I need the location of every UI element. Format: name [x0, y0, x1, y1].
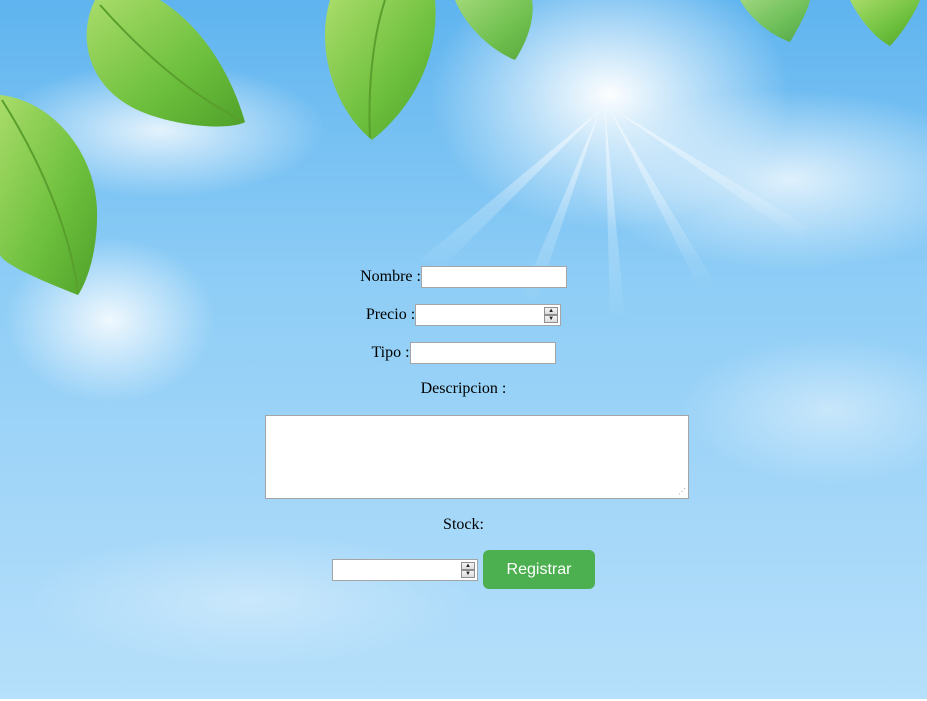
descripcion-label: Descripcion : [420, 380, 507, 397]
spinner-up-icon[interactable]: ▲ [544, 307, 559, 315]
precio-label: Precio : [365, 306, 416, 323]
spinner-down-icon[interactable]: ▼ [461, 569, 475, 578]
spinner-down-icon[interactable]: ▼ [544, 315, 559, 323]
product-form: Nombre : Precio : ▲ ▼ Tipo : Descripcion… [0, 0, 927, 701]
tipo-row: Tipo : [0, 342, 927, 364]
spinner-up-icon[interactable]: ▲ [461, 561, 475, 570]
tipo-input[interactable] [409, 342, 556, 364]
stock-number-field[interactable]: ▲ ▼ [332, 558, 478, 581]
resize-grip-icon[interactable]: ⋰ [678, 488, 686, 496]
stock-input[interactable] [333, 560, 461, 579]
nombre-input[interactable] [420, 266, 567, 288]
precio-spinner[interactable]: ▲ ▼ [544, 307, 559, 323]
descripcion-textarea[interactable] [265, 415, 689, 499]
tipo-label: Tipo : [371, 344, 410, 361]
stock-label-row: Stock: [0, 516, 927, 534]
stock-row: ▲ ▼ Registrar [0, 550, 927, 589]
precio-input[interactable] [416, 306, 545, 324]
page-background: Nombre : Precio : ▲ ▼ Tipo : Descripcion… [0, 0, 927, 701]
descripcion-textarea-wrapper: ⋰ [265, 415, 689, 499]
stock-spinner[interactable]: ▲ ▼ [461, 561, 475, 578]
registrar-button[interactable]: Registrar [483, 550, 595, 589]
nombre-label: Nombre : [360, 268, 421, 285]
precio-number-field[interactable]: ▲ ▼ [415, 304, 562, 326]
nombre-row: Nombre : [0, 266, 927, 288]
descripcion-row: Descripcion : [0, 380, 927, 398]
stock-label: Stock: [443, 516, 484, 533]
precio-row: Precio : ▲ ▼ [0, 304, 927, 326]
